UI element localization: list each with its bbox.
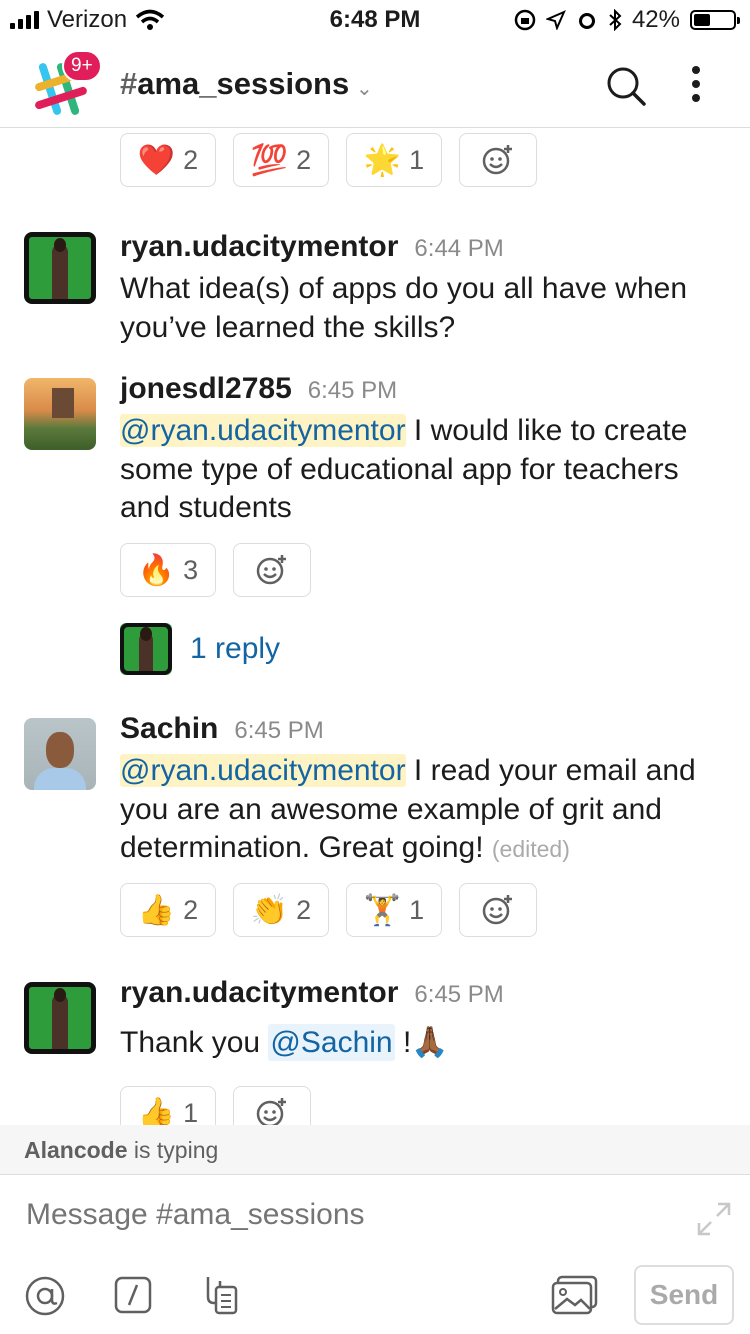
channel-name: ama_sessions bbox=[137, 66, 350, 101]
channel-header: 9+ #ama_sessions ⌄ bbox=[0, 40, 750, 128]
unread-badge: 9+ bbox=[62, 50, 102, 82]
timestamp: 6:45 PM bbox=[307, 377, 398, 404]
clap-emoji: 👏 bbox=[250, 893, 289, 927]
typing-text: is typing bbox=[127, 1137, 219, 1163]
reaction-bar: 👍 1 bbox=[120, 1086, 311, 1125]
reaction-count: 1 bbox=[183, 1097, 199, 1126]
mention-link[interactable]: @ryan.udacitymentor bbox=[120, 414, 406, 447]
orientation-lock-icon bbox=[514, 9, 536, 31]
typing-indicator: Alancode is typing bbox=[0, 1125, 750, 1175]
thread-replies[interactable]: 1 reply bbox=[120, 623, 280, 675]
star-emoji: 🌟 bbox=[363, 143, 402, 177]
message-header: ryan.udacitymentor 6:45 PM bbox=[120, 976, 504, 1010]
avatar[interactable] bbox=[24, 378, 96, 450]
add-reaction-button[interactable] bbox=[459, 883, 537, 937]
add-emoji-icon bbox=[256, 555, 286, 585]
avatar[interactable] bbox=[24, 232, 96, 304]
reaction-fire[interactable]: 🔥 3 bbox=[120, 543, 216, 597]
reaction-bar: 🔥 3 bbox=[120, 543, 311, 597]
message-text: @ryan.udacitymentor I read your email an… bbox=[120, 752, 730, 869]
reaction-bar: 👍 2 👏 2 🏋️ 1 bbox=[120, 883, 537, 937]
avatar[interactable] bbox=[24, 982, 96, 1054]
attachment-file-icon[interactable] bbox=[200, 1273, 240, 1317]
battery-percent: 42% bbox=[631, 6, 680, 33]
heart-emoji: ❤️ bbox=[137, 143, 176, 177]
thumbs-up-emoji: 👍 bbox=[137, 1096, 176, 1126]
reaction-count: 2 bbox=[296, 894, 312, 925]
slash-command-icon[interactable] bbox=[113, 1275, 153, 1315]
reaction-thumbsup[interactable]: 👍 1 bbox=[120, 1086, 216, 1125]
message-text: @ryan.udacitymentor I would like to crea… bbox=[120, 412, 730, 528]
message-text: What idea(s) of apps do you all have whe… bbox=[120, 272, 687, 344]
reaction-clap[interactable]: 👏 2 bbox=[233, 883, 329, 937]
mention-link[interactable]: @ryan.udacitymentor bbox=[120, 754, 406, 787]
channel-title[interactable]: #ama_sessions bbox=[120, 66, 349, 102]
fire-emoji: 🔥 bbox=[137, 553, 176, 587]
add-reaction-button[interactable] bbox=[233, 1086, 311, 1125]
thumbs-up-emoji: 👍 bbox=[137, 893, 176, 927]
author-name[interactable]: ryan.udacitymentor bbox=[120, 230, 398, 263]
message-composer: Send bbox=[0, 1175, 750, 1334]
author-name[interactable]: jonesdl2785 bbox=[120, 372, 292, 405]
message-item[interactable]: jonesdl2785 6:45 PM @ryan.udacitymentor I… bbox=[0, 372, 750, 675]
reaction-100[interactable]: 💯 2 bbox=[233, 133, 329, 187]
reaction-star[interactable]: 🌟 1 bbox=[346, 133, 442, 187]
add-emoji-icon bbox=[256, 1098, 286, 1125]
reaction-count: 1 bbox=[409, 894, 425, 925]
message-body-end: !🙏🏾 bbox=[394, 1026, 449, 1059]
message-item[interactable]: Sachin 6:45 PM @ryan.udacitymentor I read… bbox=[0, 712, 750, 958]
reaction-count: 1 bbox=[409, 144, 425, 175]
edited-label: (edited) bbox=[491, 836, 570, 862]
reaction-count: 3 bbox=[183, 554, 199, 585]
message-body: Thank you bbox=[120, 1026, 269, 1059]
reaction-count: 2 bbox=[296, 144, 312, 175]
chevron-down-icon[interactable]: ⌄ bbox=[356, 76, 373, 101]
reply-count-link[interactable]: 1 reply bbox=[190, 632, 280, 666]
add-emoji-icon bbox=[482, 145, 512, 175]
reaction-thumbsup[interactable]: 👍 2 bbox=[120, 883, 216, 937]
timestamp: 6:45 PM bbox=[414, 981, 504, 1008]
reaction-heart[interactable]: ❤️ 2 bbox=[120, 133, 216, 187]
add-emoji-icon bbox=[482, 895, 512, 925]
add-reaction-button[interactable] bbox=[459, 133, 537, 187]
battery-icon bbox=[690, 10, 740, 30]
weightlifter-emoji: 🏋️ bbox=[363, 893, 402, 927]
message-item[interactable]: ryan.udacitymentor 6:45 PM Thank you @Sac… bbox=[0, 976, 750, 1125]
expand-icon[interactable] bbox=[696, 1201, 732, 1237]
photo-icon[interactable] bbox=[550, 1273, 600, 1317]
status-right: 42% bbox=[514, 6, 740, 34]
message-input[interactable] bbox=[24, 1197, 648, 1233]
mention-link[interactable]: @Sachin bbox=[268, 1024, 395, 1061]
message-item[interactable]: ryan.udacitymentor 6:44 PM What idea(s) o… bbox=[0, 230, 750, 352]
reaction-bar: ❤️ 2 💯 2 🌟 1 bbox=[120, 133, 537, 187]
status-bar: Verizon 6:48 PM 42% bbox=[0, 0, 750, 40]
more-vertical-icon[interactable] bbox=[690, 64, 702, 104]
message-header: jonesdl2785 6:45 PM bbox=[120, 372, 397, 406]
search-icon[interactable] bbox=[604, 64, 648, 108]
bluetooth-icon bbox=[609, 9, 622, 31]
typing-user: Alancode bbox=[24, 1137, 128, 1163]
author-name[interactable]: ryan.udacitymentor bbox=[120, 976, 398, 1009]
timestamp: 6:44 PM bbox=[414, 235, 504, 262]
message-header: Sachin 6:45 PM bbox=[120, 712, 324, 746]
message-header: ryan.udacitymentor 6:44 PM bbox=[120, 230, 504, 264]
location-icon bbox=[545, 10, 566, 30]
alarm-icon bbox=[578, 13, 595, 29]
message-list[interactable]: ❤️ 2 💯 2 🌟 1 ryan.udacitymentor 6:44 PM What… bbox=[0, 128, 750, 1125]
reaction-count: 2 bbox=[183, 144, 199, 175]
reaction-count: 2 bbox=[183, 894, 199, 925]
timestamp: 6:45 PM bbox=[234, 717, 324, 744]
hundred-emoji: 💯 bbox=[250, 143, 289, 177]
reaction-weightlifter[interactable]: 🏋️ 1 bbox=[346, 883, 442, 937]
message-text: Thank you @Sachin !🙏🏾 bbox=[120, 1024, 730, 1063]
avatar[interactable] bbox=[24, 718, 96, 790]
add-reaction-button[interactable] bbox=[233, 543, 311, 597]
thread-avatar bbox=[120, 623, 172, 675]
author-name[interactable]: Sachin bbox=[120, 712, 218, 745]
send-button[interactable]: Send bbox=[634, 1265, 734, 1325]
at-mention-icon[interactable] bbox=[24, 1275, 66, 1317]
channel-hash: # bbox=[120, 66, 138, 101]
